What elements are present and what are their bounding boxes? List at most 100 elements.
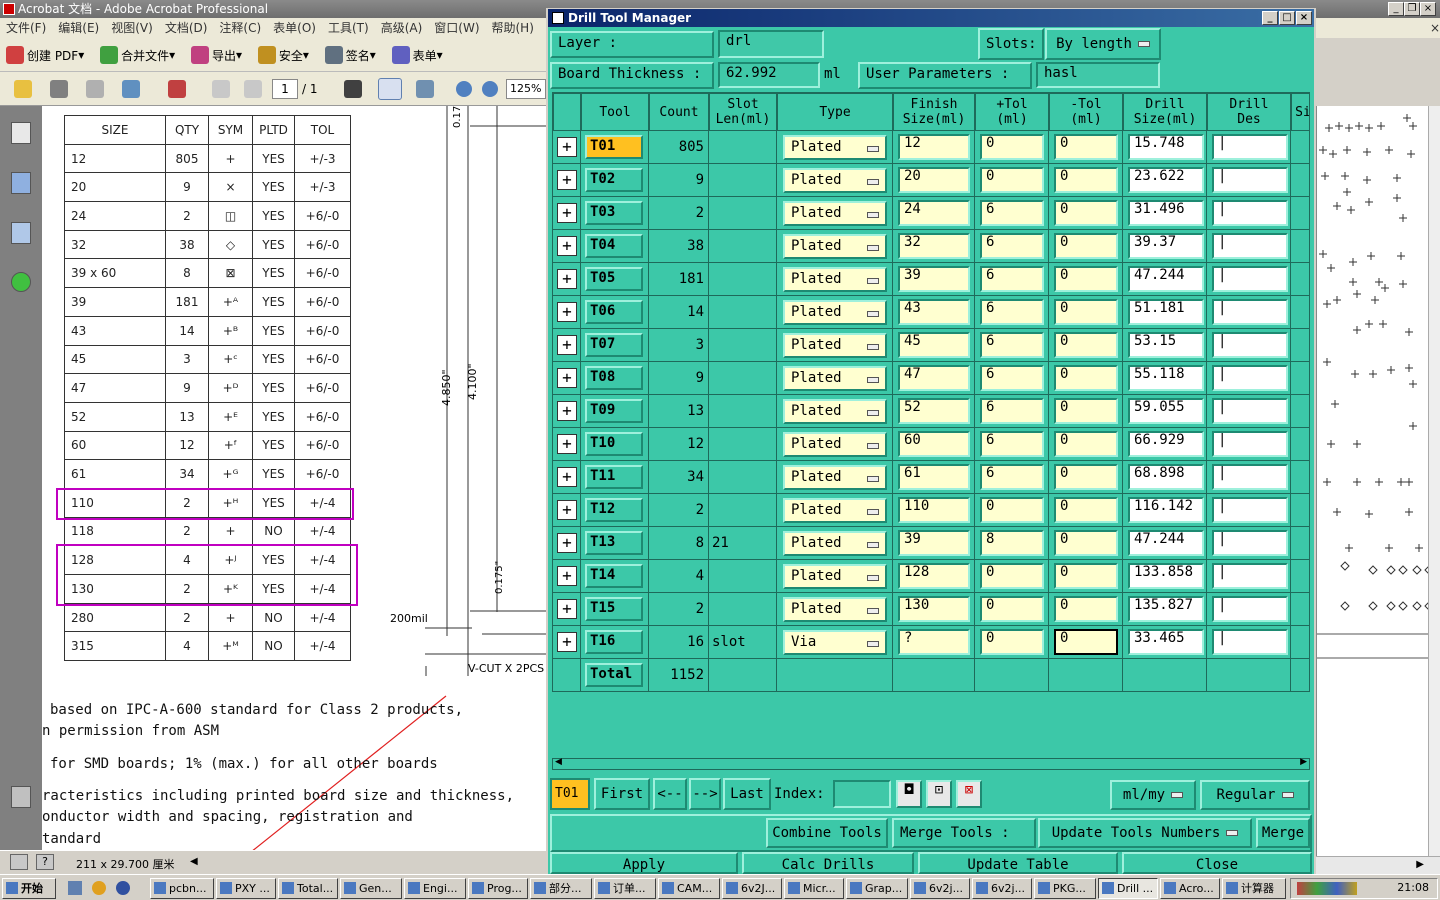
mode-dropdown[interactable]: Regular — [1200, 780, 1310, 810]
type-dropdown[interactable]: Plated — [783, 267, 887, 292]
quicklaunch-desktop-icon[interactable] — [68, 881, 82, 895]
restore-button[interactable]: ❐ — [1404, 2, 1420, 16]
expand-plus-icon[interactable]: + — [557, 137, 577, 157]
scroll-left-icon[interactable]: ◀ — [190, 856, 198, 867]
drill-size-input[interactable]: 47.244 — [1128, 266, 1204, 292]
scroll-right-arrow-icon[interactable]: ▶ — [1300, 757, 1307, 767]
finish-size-input[interactable]: 12 — [898, 134, 970, 160]
quicklaunch-media-icon[interactable] — [116, 881, 130, 895]
plus-tol-input[interactable]: 6 — [980, 398, 1044, 424]
zoom-in-icon[interactable] — [482, 81, 498, 97]
expand-plus-icon[interactable]: + — [557, 302, 577, 322]
expand-plus-icon[interactable]: + — [557, 434, 577, 454]
finish-size-input[interactable]: 39 — [898, 530, 970, 556]
next-page-icon[interactable] — [244, 80, 262, 98]
drill-size-input[interactable]: 59.055 — [1128, 398, 1204, 424]
tray-icons[interactable] — [1297, 882, 1357, 895]
drill-size-input[interactable]: 116.142 — [1128, 497, 1204, 523]
drill-des-input[interactable]: | — [1212, 299, 1288, 325]
expand-plus-icon[interactable]: + — [557, 236, 577, 256]
plot-scroll-right-icon[interactable]: ▶ — [1416, 859, 1424, 870]
drill-size-input[interactable]: 31.496 — [1128, 200, 1204, 226]
menu-view[interactable]: 视图(V) — [105, 18, 159, 38]
taskbar-task[interactable]: 订单... — [594, 878, 656, 899]
horizontal-scrollbar[interactable]: ◀ ▶ — [552, 757, 1310, 770]
bookmarks-icon[interactable] — [11, 172, 31, 194]
menu-advanced[interactable]: 高级(A) — [375, 18, 429, 38]
taskbar-task[interactable]: Engi... — [404, 878, 466, 899]
minus-tol-input[interactable]: 0 — [1054, 299, 1118, 325]
tool-button[interactable]: T15 — [585, 597, 643, 621]
signatures-icon[interactable] — [11, 222, 31, 244]
expand-plus-icon[interactable]: + — [557, 632, 577, 652]
scroll-left-arrow-icon[interactable]: ◀ — [555, 757, 562, 767]
dtm-minimize-button[interactable]: _ — [1262, 11, 1278, 25]
type-dropdown[interactable]: Plated — [783, 234, 887, 259]
taskbar-task[interactable]: 6v2j... — [910, 878, 970, 899]
drill-size-input[interactable]: 68.898 — [1128, 464, 1204, 490]
tool-button[interactable]: T01 — [585, 135, 643, 159]
menu-tools[interactable]: 工具(T) — [322, 18, 375, 38]
plus-tol-input[interactable]: 0 — [980, 563, 1044, 589]
last-button[interactable]: Last — [723, 778, 771, 810]
drill-des-input[interactable]: | — [1212, 464, 1288, 490]
menu-window[interactable]: 窗口(W) — [428, 18, 485, 38]
drill-des-input[interactable]: | — [1212, 167, 1288, 193]
minus-tol-input[interactable]: 0 — [1054, 233, 1118, 259]
tool-button[interactable]: T05 — [585, 267, 643, 291]
board-thickness-input[interactable]: 62.992 — [718, 62, 820, 88]
finish-size-input[interactable]: 60 — [898, 431, 970, 457]
merge-button[interactable]: Merge — [1256, 818, 1310, 848]
expand-plus-icon[interactable]: + — [557, 401, 577, 421]
units-dropdown[interactable]: ml/my — [1110, 780, 1196, 810]
plus-tol-input[interactable]: 6 — [980, 431, 1044, 457]
tool-button[interactable]: T11 — [585, 465, 643, 489]
drill-size-input[interactable]: 33.465 — [1128, 629, 1204, 655]
next-button[interactable]: --> — [689, 778, 721, 810]
expand-plus-icon[interactable]: + — [557, 500, 577, 520]
finish-size-input[interactable]: 24 — [898, 200, 970, 226]
plus-tol-input[interactable]: 0 — [980, 134, 1044, 160]
drill-size-input[interactable]: 47.244 — [1128, 530, 1204, 556]
finish-size-input[interactable]: 39 — [898, 266, 970, 292]
minus-tol-input[interactable]: 0 — [1054, 464, 1118, 490]
finish-size-input[interactable]: 110 — [898, 497, 970, 523]
drill-size-input[interactable]: 133.858 — [1128, 563, 1204, 589]
tool-button[interactable]: T06 — [585, 300, 643, 324]
drill-des-input[interactable]: | — [1212, 530, 1288, 556]
minus-tol-input[interactable]: 0 — [1054, 431, 1118, 457]
zoom-tool-icon[interactable] — [416, 80, 434, 98]
forms-button[interactable]: 表单 ▾ — [386, 38, 449, 72]
email-icon[interactable] — [122, 80, 140, 98]
taskbar-task[interactable]: PKG... — [1034, 878, 1096, 899]
plus-tol-input[interactable]: 8 — [980, 530, 1044, 556]
tool-button[interactable]: T12 — [585, 498, 643, 522]
sign-button[interactable]: 签名 ▾ — [319, 38, 382, 72]
menu-document[interactable]: 文档(D) — [159, 18, 214, 38]
minus-tol-input[interactable]: 0 — [1054, 629, 1118, 655]
taskbar-task[interactable]: 6v2j... — [972, 878, 1032, 899]
taskbar-task[interactable]: 计算器 — [1222, 878, 1286, 899]
dtm-maximize-button[interactable]: □ — [1279, 11, 1295, 25]
drill-size-input[interactable]: 23.622 — [1128, 167, 1204, 193]
finish-size-input[interactable]: 128 — [898, 563, 970, 589]
minus-tol-input[interactable]: 0 — [1054, 167, 1118, 193]
expand-plus-icon[interactable]: + — [557, 599, 577, 619]
prev-page-icon[interactable] — [212, 80, 230, 98]
taskbar-task[interactable]: 部分... — [530, 878, 592, 899]
plus-tol-input[interactable]: 6 — [980, 200, 1044, 226]
menu-forms[interactable]: 表单(O) — [267, 18, 322, 38]
create-pdf-button[interactable]: 创建 PDF ▾ — [0, 38, 90, 72]
menu-close-icon[interactable]: × — [1424, 18, 1440, 38]
taskbar-task[interactable]: Grap... — [846, 878, 908, 899]
close-dtm-button[interactable]: Close — [1122, 852, 1312, 874]
print-icon[interactable] — [50, 80, 68, 98]
tool-button[interactable]: T13 — [585, 531, 643, 555]
tool-button[interactable]: T10 — [585, 432, 643, 456]
finish-size-input[interactable]: 61 — [898, 464, 970, 490]
combine-tools-button[interactable]: Combine Tools — [766, 818, 888, 848]
update-tools-numbers-dropdown[interactable]: Update Tools Numbers — [1038, 818, 1252, 848]
select-tool-icon[interactable] — [344, 80, 362, 98]
start-button[interactable]: 开始 — [2, 878, 56, 899]
drill-des-input[interactable]: | — [1212, 497, 1288, 523]
